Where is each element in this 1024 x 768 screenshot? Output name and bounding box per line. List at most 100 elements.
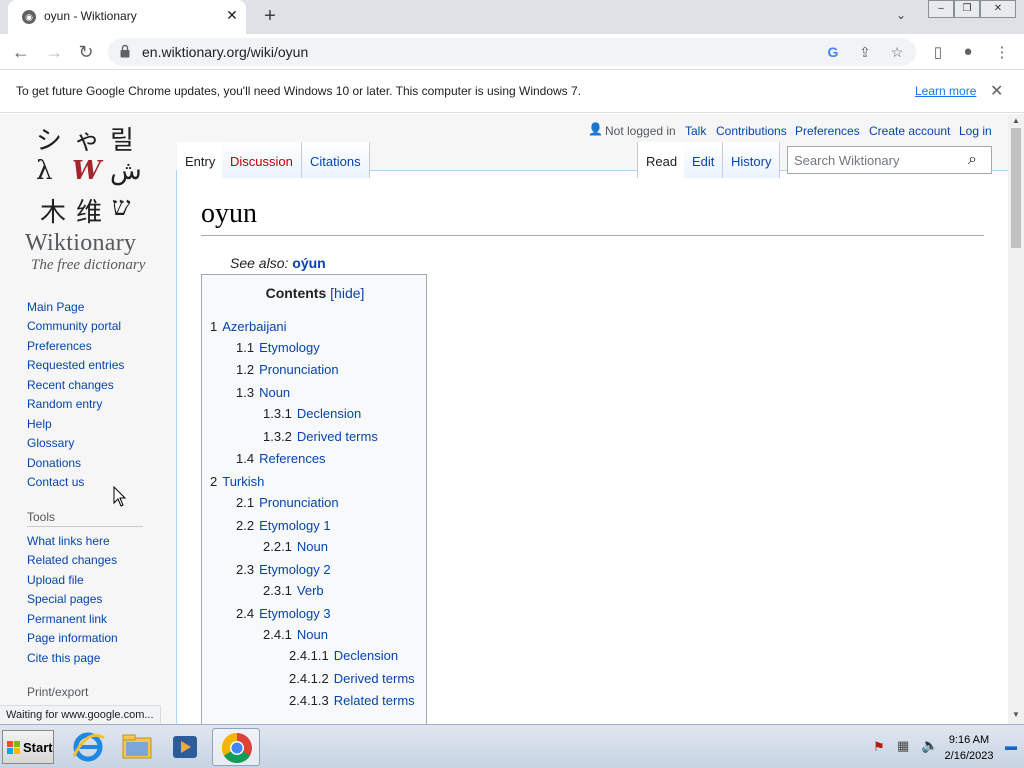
start-label: Start bbox=[23, 740, 53, 755]
clock-date[interactable]: 2/16/2023 bbox=[940, 750, 998, 762]
network-icon[interactable]: ▦ bbox=[897, 738, 909, 754]
toc-item-label: Etymology 3 bbox=[259, 606, 331, 621]
restore-button[interactable]: ❐ bbox=[954, 0, 980, 18]
toc-item[interactable]: 2.2.1 Noun bbox=[263, 539, 328, 554]
create-account-link[interactable]: Create account bbox=[869, 124, 950, 138]
volume-icon[interactable]: 🔈 bbox=[921, 737, 938, 754]
toc-item[interactable]: 1.1 Etymology bbox=[236, 340, 320, 355]
internet-explorer-icon[interactable] bbox=[64, 728, 112, 766]
close-window-button[interactable]: ✕ bbox=[980, 0, 1016, 18]
tools-divider bbox=[27, 526, 143, 527]
lock-icon bbox=[120, 44, 130, 58]
tab-discussion[interactable]: Discussion bbox=[222, 142, 302, 178]
learn-more-link[interactable]: Learn more bbox=[915, 84, 976, 98]
toc-item[interactable]: 2.3 Etymology 2 bbox=[236, 562, 331, 577]
search-placeholder: Search Wiktionary bbox=[794, 153, 900, 168]
toc-item[interactable]: 2.4.1.3 Related terms bbox=[289, 693, 415, 708]
toc-item[interactable]: 2.4.1.1 Declension bbox=[289, 648, 398, 663]
clock-time[interactable]: 9:16 AM bbox=[940, 734, 998, 746]
tab-read[interactable]: Read bbox=[637, 142, 687, 178]
tab-search-icon[interactable]: ⌄ bbox=[896, 8, 906, 22]
action-center-flag-icon[interactable]: ⚑ bbox=[873, 739, 885, 755]
reload-icon[interactable]: ↻ bbox=[75, 41, 97, 63]
sidebar-item-permanent-link[interactable]: Permanent link bbox=[27, 612, 107, 626]
see-also-link[interactable]: oýun bbox=[292, 255, 325, 271]
contributions-link[interactable]: Contributions bbox=[716, 124, 787, 138]
toc-hide-toggle[interactable]: [hide] bbox=[330, 285, 364, 301]
search-input[interactable]: Search Wiktionary ⌕ bbox=[787, 146, 992, 174]
share-icon[interactable]: ⇪ bbox=[856, 44, 874, 61]
toc-item[interactable]: 1.4 References bbox=[236, 451, 326, 466]
toc-item[interactable]: 1 Azerbaijani bbox=[210, 319, 287, 334]
browser-tab[interactable]: ◉ oyun - Wiktionary ✕ bbox=[8, 0, 246, 34]
toc-item[interactable]: 1.3.1 Declension bbox=[263, 406, 361, 421]
scroll-down-icon[interactable]: ▼ bbox=[1012, 710, 1020, 719]
tab-citations[interactable]: Citations bbox=[302, 142, 370, 178]
start-button[interactable]: Start bbox=[2, 730, 54, 764]
scrollbar-thumb[interactable] bbox=[1011, 128, 1021, 248]
tab-entry[interactable]: Entry bbox=[177, 142, 225, 178]
toc-item-number: 1.4 bbox=[236, 451, 255, 466]
toc-item[interactable]: 2.1 Pronunciation bbox=[236, 495, 339, 510]
sidebar-item-help[interactable]: Help bbox=[27, 417, 52, 431]
sidebar-item-related-changes[interactable]: Related changes bbox=[27, 553, 117, 567]
close-tab-icon[interactable]: ✕ bbox=[223, 7, 241, 24]
toc-item-number: 2 bbox=[210, 474, 218, 489]
sidebar-item-upload-file[interactable]: Upload file bbox=[27, 573, 84, 587]
file-explorer-icon[interactable] bbox=[113, 728, 161, 766]
talk-link[interactable]: Talk bbox=[685, 124, 706, 138]
sidebar-item-preferences[interactable]: Preferences bbox=[27, 339, 92, 353]
profile-avatar-icon[interactable]: ● bbox=[958, 43, 978, 60]
log-in-link[interactable]: Log in bbox=[959, 124, 992, 138]
show-desktop-icon[interactable]: ▬ bbox=[1005, 739, 1017, 753]
new-tab-button[interactable]: + bbox=[259, 5, 281, 28]
sidebar-item-community-portal[interactable]: Community portal bbox=[27, 319, 121, 333]
scroll-up-icon[interactable]: ▲ bbox=[1012, 116, 1020, 125]
minimize-button[interactable]: ‒ bbox=[928, 0, 954, 18]
toc-item-number: 2.4.1.2 bbox=[289, 671, 329, 686]
sidebar-item-cite-this-page[interactable]: Cite this page bbox=[27, 651, 100, 665]
wiktionary-logo[interactable]: シ ゃ 릴 λ W ش 木 维 ש Wiktionary The free di… bbox=[20, 118, 160, 278]
toc-item[interactable]: 2 Turkish bbox=[210, 474, 264, 489]
toc-item-number: 1.1 bbox=[236, 340, 255, 355]
toc-item[interactable]: 1.3 Noun bbox=[236, 385, 290, 400]
side-panel-icon[interactable]: ▯ bbox=[928, 43, 948, 61]
print-export-heading[interactable]: Print/export bbox=[27, 685, 88, 699]
sidebar-item-glossary[interactable]: Glossary bbox=[27, 436, 74, 450]
sidebar-item-page-information[interactable]: Page information bbox=[27, 631, 118, 645]
preferences-link[interactable]: Preferences bbox=[795, 124, 860, 138]
toc-item[interactable]: 2.4 Etymology 3 bbox=[236, 606, 331, 621]
search-icon[interactable]: ⌕ bbox=[968, 151, 977, 169]
address-bar[interactable]: en.wiktionary.org/wiki/oyun G ⇪ ☆ bbox=[108, 38, 916, 66]
sidebar-item-recent-changes[interactable]: Recent changes bbox=[27, 378, 114, 392]
bookmark-star-icon[interactable]: ☆ bbox=[888, 44, 906, 61]
browser-toolbar: ← → ↻ en.wiktionary.org/wiki/oyun G ⇪ ☆ … bbox=[0, 34, 1024, 70]
menu-kebab-icon[interactable]: ⋮ bbox=[992, 43, 1012, 61]
back-icon[interactable]: ← bbox=[10, 41, 32, 63]
close-infobar-icon[interactable]: ✕ bbox=[990, 81, 1003, 101]
toc-item[interactable]: 2.4.1.2 Derived terms bbox=[289, 671, 415, 686]
sidebar-item-main-page[interactable]: Main Page bbox=[27, 300, 84, 314]
forward-icon[interactable]: → bbox=[43, 41, 65, 63]
page-scrollbar[interactable]: ▲ ▼ bbox=[1008, 114, 1024, 724]
tab-history[interactable]: History bbox=[723, 142, 781, 178]
toc-item[interactable]: 1.2 Pronunciation bbox=[236, 362, 339, 377]
toc-item[interactable]: 1.3.2 Derived terms bbox=[263, 429, 378, 444]
toc-item[interactable]: 2.3.1 Verb bbox=[263, 583, 324, 598]
toc-title: Contents bbox=[265, 285, 327, 301]
toc-item[interactable]: 2.2 Etymology 1 bbox=[236, 518, 331, 533]
google-lens-icon[interactable]: G bbox=[824, 44, 842, 60]
toc-item[interactable]: 2.4.1 Noun bbox=[263, 627, 328, 642]
sidebar-item-donations[interactable]: Donations bbox=[27, 456, 81, 470]
toc-item-label: Pronunciation bbox=[259, 495, 339, 510]
chrome-taskbar-icon[interactable] bbox=[212, 728, 260, 766]
sidebar-item-random-entry[interactable]: Random entry bbox=[27, 397, 102, 411]
windows-flag-icon bbox=[7, 741, 20, 754]
sidebar-item-contact-us[interactable]: Contact us bbox=[27, 475, 84, 489]
media-player-icon[interactable] bbox=[161, 728, 209, 766]
sidebar-item-special-pages[interactable]: Special pages bbox=[27, 592, 102, 606]
tab-edit[interactable]: Edit bbox=[684, 142, 724, 178]
user-icon: 👤 bbox=[588, 122, 603, 136]
sidebar-item-what-links-here[interactable]: What links here bbox=[27, 534, 110, 548]
sidebar-item-requested-entries[interactable]: Requested entries bbox=[27, 358, 124, 372]
